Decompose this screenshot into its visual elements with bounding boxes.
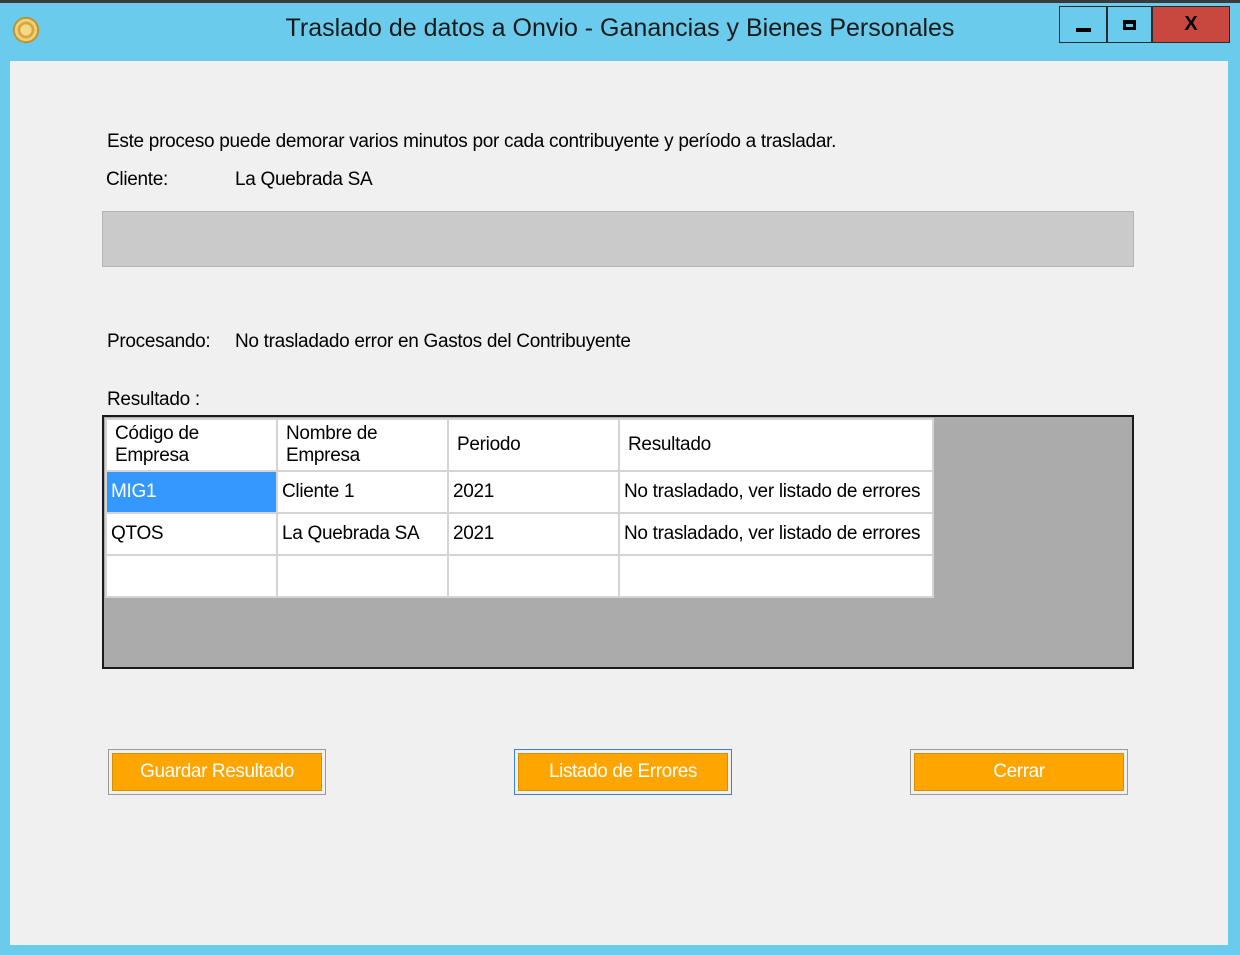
processing-value: No trasladado error en Gastos del Contri…	[235, 331, 631, 352]
minimize-icon	[1075, 27, 1091, 32]
maximize-icon	[1123, 19, 1136, 30]
save-result-button-label: Guardar Resultado	[112, 753, 322, 791]
table-cell[interactable]: QTOS	[105, 512, 278, 556]
table-cell[interactable]: Cliente 1	[276, 470, 449, 514]
info-message: Este proceso puede demorar varios minuto…	[107, 131, 837, 152]
save-result-button[interactable]: Guardar Resultado	[108, 749, 326, 795]
title-bar[interactable]: Traslado de datos a Onvio - Ganancias y …	[0, 3, 1240, 58]
results-grid[interactable]: Código de Empresa Nombre de Empresa Peri…	[102, 415, 1134, 669]
processing-label: Procesando:	[107, 331, 211, 352]
error-list-button[interactable]: Listado de Errores	[514, 749, 732, 795]
client-label: Cliente:	[106, 169, 169, 190]
table-cell[interactable]	[618, 554, 934, 598]
client-value: La Quebrada SA	[235, 169, 373, 190]
table-cell[interactable]: 2021	[447, 470, 620, 514]
table-cell[interactable]: No trasladado, ver listado de errores	[618, 470, 934, 514]
table-row[interactable]: MIG1 Cliente 1 2021 No trasladado, ver l…	[105, 470, 934, 514]
table-cell[interactable]	[276, 554, 449, 598]
table-row-new[interactable]	[105, 554, 934, 598]
results-table: Código de Empresa Nombre de Empresa Peri…	[105, 418, 934, 598]
close-icon: X	[1184, 13, 1198, 35]
close-button-label: Cerrar	[914, 753, 1124, 791]
error-list-button-label: Listado de Errores	[518, 753, 728, 791]
table-cell[interactable]	[105, 554, 278, 598]
table-row[interactable]: QTOS La Quebrada SA 2021 No trasladado, …	[105, 512, 934, 556]
table-cell[interactable]: 2021	[447, 512, 620, 556]
table-cell[interactable]: No trasladado, ver listado de errores	[618, 512, 934, 556]
table-cell[interactable]: La Quebrada SA	[276, 512, 449, 556]
table-header-row: Código de Empresa Nombre de Empresa Peri…	[105, 418, 934, 472]
column-header-periodo[interactable]: Periodo	[447, 418, 620, 472]
column-header-resultado[interactable]: Resultado	[618, 418, 934, 472]
close-button[interactable]: Cerrar	[910, 749, 1128, 795]
result-label: Resultado :	[107, 389, 200, 410]
column-header-codigo[interactable]: Código de Empresa	[105, 418, 278, 472]
maximize-button[interactable]	[1107, 6, 1152, 43]
window-title: Traslado de datos a Onvio - Ganancias y …	[285, 14, 955, 42]
table-cell[interactable]: MIG1	[105, 470, 278, 514]
column-header-nombre[interactable]: Nombre de Empresa	[276, 418, 449, 472]
minimize-button[interactable]	[1059, 6, 1107, 43]
app-window: Traslado de datos a Onvio - Ganancias y …	[0, 0, 1240, 955]
client-area: Este proceso puede demorar varios minuto…	[10, 61, 1228, 945]
progress-bar	[102, 211, 1134, 267]
table-cell[interactable]	[447, 554, 620, 598]
close-window-button[interactable]: X	[1152, 6, 1230, 43]
